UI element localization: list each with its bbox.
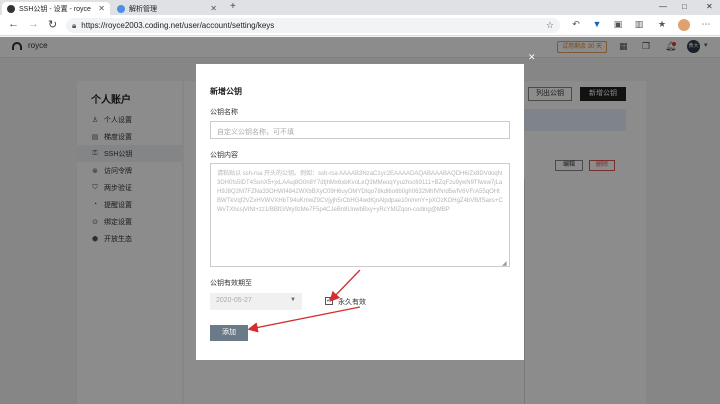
arrow-to-checkbox bbox=[329, 269, 361, 302]
arrow-to-add-button bbox=[247, 306, 361, 333]
annotation-arrows bbox=[247, 269, 361, 333]
